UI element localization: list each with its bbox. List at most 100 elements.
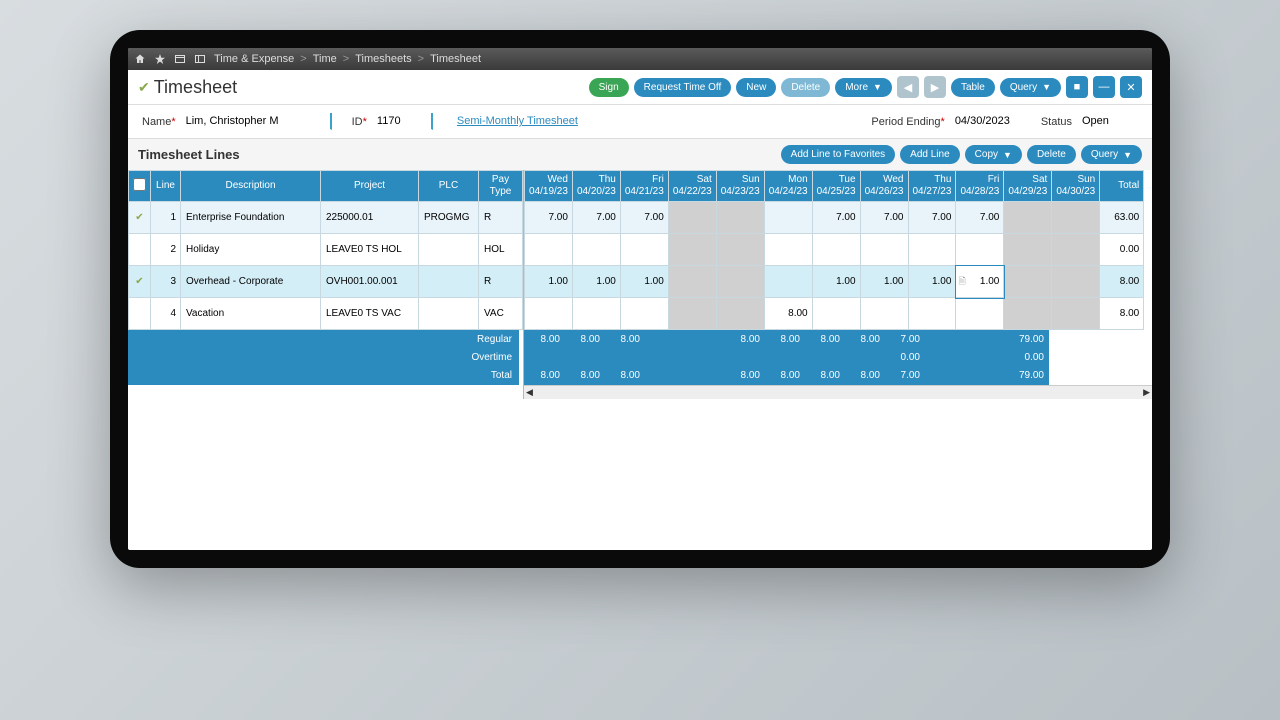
hours-cell[interactable]: 7.00 <box>956 202 1004 234</box>
row-check-icon[interactable] <box>129 298 151 330</box>
hours-cell[interactable]: 7.00 <box>572 202 620 234</box>
hours-cell[interactable] <box>1004 266 1052 298</box>
hours-cell[interactable]: 1.00 <box>908 266 956 298</box>
hours-cell[interactable] <box>764 266 812 298</box>
pay-type-cell[interactable]: R <box>479 202 523 234</box>
delete-button[interactable]: Delete <box>781 78 830 97</box>
home-icon[interactable] <box>134 53 146 65</box>
hours-cell[interactable] <box>1052 202 1100 234</box>
delete-line-button[interactable]: Delete <box>1027 145 1076 164</box>
plc-cell[interactable]: PROGMG <box>419 202 479 234</box>
query-button[interactable]: Query▼ <box>1000 78 1061 97</box>
table-row[interactable]: ✔1Enterprise Foundation225000.01PROGMGR <box>129 202 523 234</box>
hours-cell[interactable]: 1.00 <box>572 266 620 298</box>
hours-cell[interactable]: 8.00 <box>764 298 812 330</box>
hours-cell[interactable] <box>1004 202 1052 234</box>
hours-cell[interactable] <box>860 234 908 266</box>
table-row[interactable]: 2HolidayLEAVE0 TS HOLHOL <box>129 234 523 266</box>
hours-cell[interactable] <box>525 234 573 266</box>
horizontal-scrollbar[interactable]: ◀ ▶ <box>524 385 1152 399</box>
period-ending-value[interactable]: 04/30/2023 <box>951 113 1021 130</box>
note-icon[interactable]: 🗎 <box>958 274 965 290</box>
row-check-icon[interactable]: ✔ <box>129 202 151 234</box>
close-button[interactable]: ✕ <box>1120 76 1142 98</box>
hours-cell[interactable] <box>620 234 668 266</box>
hours-cell[interactable] <box>716 234 764 266</box>
row-check-icon[interactable] <box>129 234 151 266</box>
hours-cell[interactable] <box>668 266 716 298</box>
next-record-button[interactable]: ▶ <box>924 76 946 98</box>
scroll-left-icon[interactable]: ◀ <box>526 387 533 398</box>
table-row[interactable]: 1.001.001.001.001.001.00🗎1.008.00 <box>525 266 1144 298</box>
hours-cell[interactable]: 1.00 <box>525 266 573 298</box>
hours-cell[interactable] <box>812 234 860 266</box>
pay-type-cell[interactable]: VAC <box>479 298 523 330</box>
plc-cell[interactable] <box>419 298 479 330</box>
hours-cell[interactable] <box>1004 298 1052 330</box>
select-all-checkbox[interactable] <box>133 178 146 191</box>
add-line-to-favorites-button[interactable]: Add Line to Favorites <box>781 145 896 164</box>
hours-cell[interactable]: 1.00 <box>860 266 908 298</box>
table-button[interactable]: Table <box>951 78 995 97</box>
description-cell[interactable]: Holiday <box>181 234 321 266</box>
hours-cell[interactable]: 1.00 <box>620 266 668 298</box>
breadcrumb-item[interactable]: Time & Expense <box>214 53 294 65</box>
hours-cell[interactable] <box>908 298 956 330</box>
hours-cell[interactable] <box>764 202 812 234</box>
aux-button-2[interactable]: — <box>1093 76 1115 98</box>
hours-cell[interactable] <box>908 234 956 266</box>
query-line-button[interactable]: Query▼ <box>1081 145 1142 164</box>
scroll-right-icon[interactable]: ▶ <box>1143 387 1150 398</box>
description-cell[interactable]: Vacation <box>181 298 321 330</box>
add-line-button[interactable]: Add Line <box>900 145 959 164</box>
table-row[interactable]: 7.007.007.007.007.007.007.0063.00 <box>525 202 1144 234</box>
description-cell[interactable]: Overhead - Corporate <box>181 266 321 298</box>
table-row[interactable]: 4VacationLEAVE0 TS VACVAC <box>129 298 523 330</box>
plc-cell[interactable] <box>419 234 479 266</box>
hours-cell[interactable] <box>812 298 860 330</box>
aux-button-1[interactable]: ■ <box>1066 76 1088 98</box>
project-cell[interactable]: 225000.01 <box>321 202 419 234</box>
star-icon[interactable] <box>154 53 166 65</box>
hours-cell[interactable]: 7.00 <box>620 202 668 234</box>
project-cell[interactable]: LEAVE0 TS HOL <box>321 234 419 266</box>
table-row[interactable]: ✔3Overhead - CorporateOVH001.00.001R <box>129 266 523 298</box>
row-check-icon[interactable]: ✔ <box>129 266 151 298</box>
timesheet-type-link[interactable]: Semi-Monthly Timesheet <box>453 113 582 130</box>
pay-type-cell[interactable]: HOL <box>479 234 523 266</box>
hours-cell[interactable] <box>860 298 908 330</box>
hours-cell[interactable] <box>1052 266 1100 298</box>
hours-cell[interactable]: 1.00 <box>812 266 860 298</box>
hours-cell[interactable]: 7.00 <box>908 202 956 234</box>
table-row[interactable]: 8.008.00 <box>525 298 1144 330</box>
hours-cell[interactable] <box>764 234 812 266</box>
hours-cell[interactable]: 🗎1.00 <box>956 266 1004 298</box>
project-cell[interactable]: LEAVE0 TS VAC <box>321 298 419 330</box>
hours-cell[interactable] <box>956 234 1004 266</box>
hours-cell[interactable] <box>525 298 573 330</box>
hours-cell[interactable] <box>572 298 620 330</box>
hours-cell[interactable]: 7.00 <box>860 202 908 234</box>
sign-button[interactable]: Sign <box>589 78 629 97</box>
hours-cell[interactable] <box>1004 234 1052 266</box>
hours-cell[interactable] <box>716 202 764 234</box>
hours-cell[interactable] <box>716 266 764 298</box>
hours-cell[interactable] <box>668 202 716 234</box>
prev-record-button[interactable]: ◀ <box>897 76 919 98</box>
copy-line-button[interactable]: Copy▼ <box>965 145 1022 164</box>
description-cell[interactable]: Enterprise Foundation <box>181 202 321 234</box>
hours-cell[interactable] <box>716 298 764 330</box>
hours-cell[interactable] <box>668 298 716 330</box>
table-row[interactable]: 0.00 <box>525 234 1144 266</box>
hours-cell[interactable] <box>572 234 620 266</box>
window-icon[interactable] <box>174 53 186 65</box>
project-cell[interactable]: OVH001.00.001 <box>321 266 419 298</box>
hours-cell[interactable] <box>1052 298 1100 330</box>
breadcrumb-item[interactable]: Time <box>313 53 337 65</box>
new-button[interactable]: New <box>736 78 776 97</box>
breadcrumb-item[interactable]: Timesheets <box>355 53 411 65</box>
more-button[interactable]: More▼ <box>835 78 892 97</box>
hours-cell[interactable] <box>668 234 716 266</box>
id-value[interactable]: 1170 <box>373 113 433 130</box>
plc-cell[interactable] <box>419 266 479 298</box>
